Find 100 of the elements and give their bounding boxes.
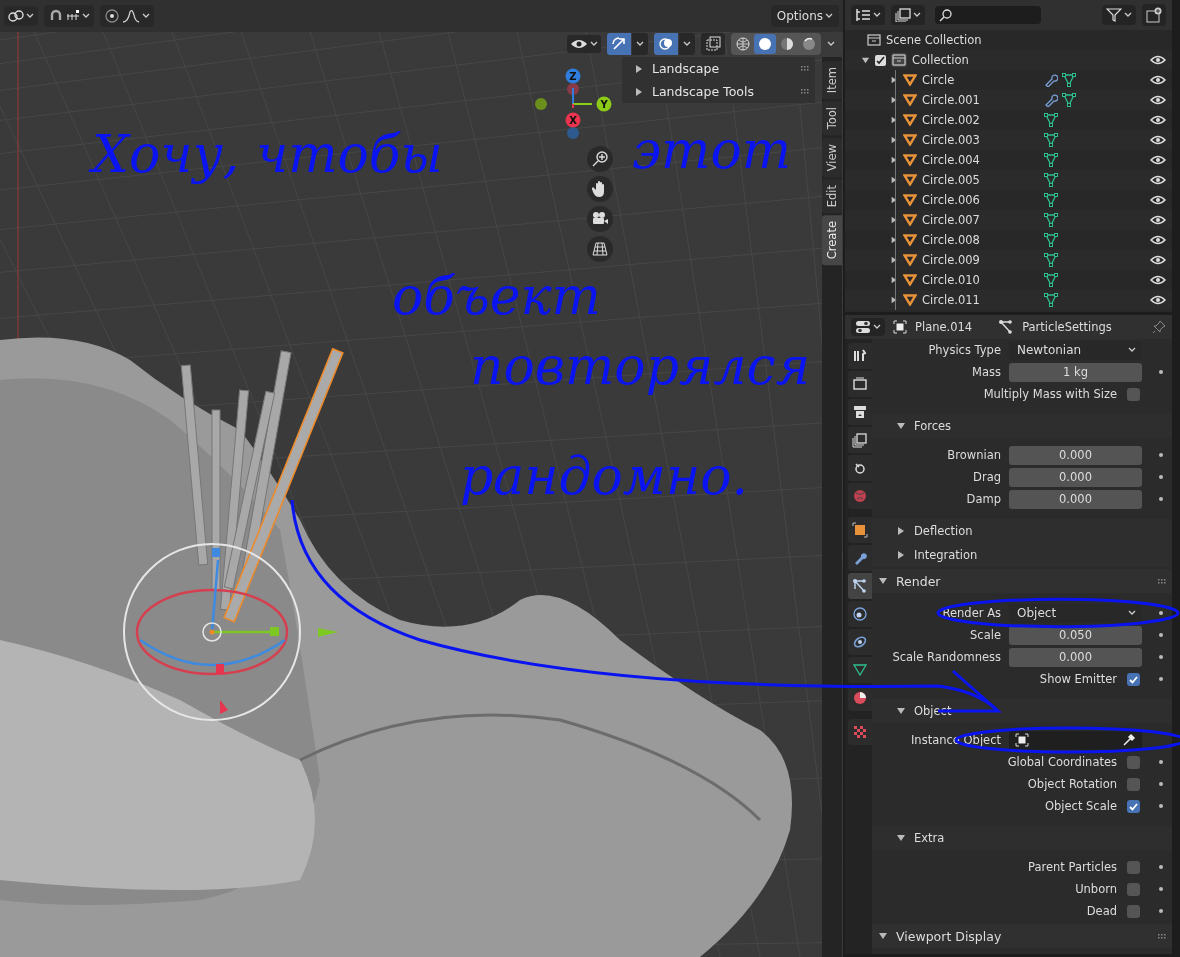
sidebar-tab[interactable]: Tool — [822, 101, 842, 136]
eye-icon[interactable] — [1150, 254, 1166, 266]
properties-tab[interactable] — [848, 455, 872, 481]
camera-view-button[interactable] — [587, 206, 613, 232]
panel-header[interactable]: Landscape — [622, 57, 815, 80]
checkbox[interactable] — [1127, 672, 1140, 686]
object-name[interactable]: Circle.011 — [922, 293, 992, 307]
eye-icon[interactable] — [1150, 234, 1166, 246]
eye-icon[interactable] — [1150, 194, 1166, 206]
caret-icon[interactable] — [827, 41, 835, 47]
checkbox[interactable] — [1127, 777, 1140, 791]
properties-tab[interactable] — [848, 399, 872, 425]
properties-tab[interactable] — [848, 545, 872, 571]
object-name[interactable]: Circle.003 — [922, 133, 992, 147]
overlay-toggle[interactable] — [654, 33, 678, 55]
sidebar-tab[interactable]: Item — [822, 61, 842, 100]
object-name[interactable]: Circle.007 — [922, 213, 992, 227]
snap-button[interactable] — [44, 5, 94, 27]
object-name[interactable]: Circle.002 — [922, 113, 992, 127]
object-name[interactable]: Circle.010 — [922, 273, 992, 287]
properties-tab[interactable] — [848, 517, 872, 543]
object-name[interactable]: Circle.005 — [922, 173, 992, 187]
number-field[interactable]: 1 kg — [1009, 362, 1142, 382]
eye-icon[interactable] — [1150, 274, 1166, 286]
keyframe-dot-icon[interactable] — [1159, 804, 1163, 808]
object-name[interactable]: Circle.001 — [922, 93, 992, 107]
filter-dropdown[interactable] — [1102, 5, 1136, 25]
visibility-dropdown[interactable] — [567, 35, 601, 53]
zoom-button[interactable] — [587, 146, 613, 172]
collection-checkbox[interactable] — [875, 54, 886, 66]
axis-end-dot[interactable] — [567, 83, 579, 95]
checkbox[interactable] — [1127, 799, 1140, 813]
number-field[interactable]: 0.000 — [1009, 489, 1142, 509]
panel-header[interactable]: Landscape Tools — [622, 80, 815, 103]
keyframe-dot-icon[interactable] — [1159, 370, 1163, 374]
checkbox[interactable] — [1127, 904, 1140, 918]
keyframe-dot-icon[interactable] — [1159, 677, 1163, 681]
new-collection-button[interactable] — [1142, 4, 1166, 26]
dropdown[interactable]: Newtonian — [1009, 340, 1142, 360]
display-mode-dropdown[interactable] — [851, 5, 885, 25]
axis-handle[interactable]: Z — [565, 68, 581, 105]
object-name[interactable]: Circle.009 — [922, 253, 992, 267]
axis-end-dot[interactable] — [567, 127, 579, 139]
filter-view-dropdown[interactable] — [891, 5, 925, 25]
shading-mode-button[interactable] — [754, 34, 776, 54]
object-name[interactable]: Circle — [922, 73, 992, 87]
object-name[interactable]: Circle.008 — [922, 233, 992, 247]
editor-type-dropdown[interactable] — [851, 318, 885, 336]
properties-tab[interactable] — [848, 371, 872, 397]
eye-icon[interactable] — [1150, 154, 1166, 166]
object-name[interactable]: Circle.006 — [922, 193, 992, 207]
checkbox[interactable] — [1127, 755, 1140, 769]
properties-tab[interactable] — [848, 629, 872, 655]
overlay-options-dropdown[interactable] — [679, 33, 695, 55]
keyframe-dot-icon[interactable] — [1159, 497, 1163, 501]
properties-tab[interactable] — [848, 573, 872, 599]
search-field[interactable] — [935, 6, 1041, 24]
panel-header[interactable]: Viewport Display — [872, 924, 1172, 948]
keyframe-dot-icon[interactable] — [1159, 782, 1163, 786]
number-field[interactable]: 0.000 — [1009, 647, 1142, 667]
keyframe-dot-icon[interactable] — [1159, 611, 1163, 615]
eye-icon[interactable] — [1150, 214, 1166, 226]
panel-header[interactable]: Render — [872, 569, 1172, 593]
eye-icon[interactable] — [1150, 134, 1166, 146]
keyframe-dot-icon[interactable] — [1159, 655, 1163, 659]
scene-collection-label[interactable]: Scene Collection — [886, 33, 982, 47]
eye-icon[interactable] — [1150, 114, 1166, 126]
gizmo-toggle[interactable] — [607, 33, 631, 55]
checkbox[interactable] — [1127, 882, 1140, 896]
particle-settings-name[interactable]: ParticleSettings — [1022, 320, 1112, 334]
keyframe-dot-icon[interactable] — [1159, 909, 1163, 913]
keyframe-dot-icon[interactable] — [1159, 453, 1163, 457]
number-field[interactable]: 0.000 — [1009, 445, 1142, 465]
pin-icon[interactable] — [1152, 320, 1166, 334]
keyframe-dot-icon[interactable] — [1159, 865, 1163, 869]
number-field[interactable]: 0.000 — [1009, 467, 1142, 487]
checkbox[interactable] — [1127, 387, 1140, 401]
eye-icon[interactable] — [1150, 74, 1166, 86]
proportional-editing-button[interactable] — [100, 5, 154, 27]
sidebar-tab[interactable]: Create — [822, 215, 842, 266]
object-name[interactable]: Circle.004 — [922, 153, 992, 167]
eye-icon[interactable] — [1150, 174, 1166, 186]
perspective-grid-button[interactable] — [587, 236, 613, 262]
gizmo-options-dropdown[interactable] — [632, 33, 648, 55]
eye-icon[interactable] — [1150, 294, 1166, 306]
eye-icon[interactable] — [1150, 54, 1166, 66]
axis-end-dot[interactable] — [535, 98, 547, 110]
properties-tab[interactable] — [848, 601, 872, 627]
axis-handle[interactable]: Y — [572, 96, 612, 112]
sidebar-tab[interactable]: View — [822, 137, 842, 177]
properties-tab[interactable] — [848, 343, 872, 369]
keyframe-dot-icon[interactable] — [1159, 633, 1163, 637]
object-picker-field[interactable] — [1009, 730, 1142, 750]
transform-pivot-button[interactable] — [4, 6, 38, 26]
properties-tab[interactable] — [848, 427, 872, 453]
eye-icon[interactable] — [1150, 94, 1166, 106]
options-dropdown[interactable]: Options — [770, 5, 839, 27]
keyframe-dot-icon[interactable] — [1159, 760, 1163, 764]
collection-label[interactable]: Collection — [912, 53, 969, 67]
sidebar-tab[interactable]: Edit — [822, 178, 842, 214]
